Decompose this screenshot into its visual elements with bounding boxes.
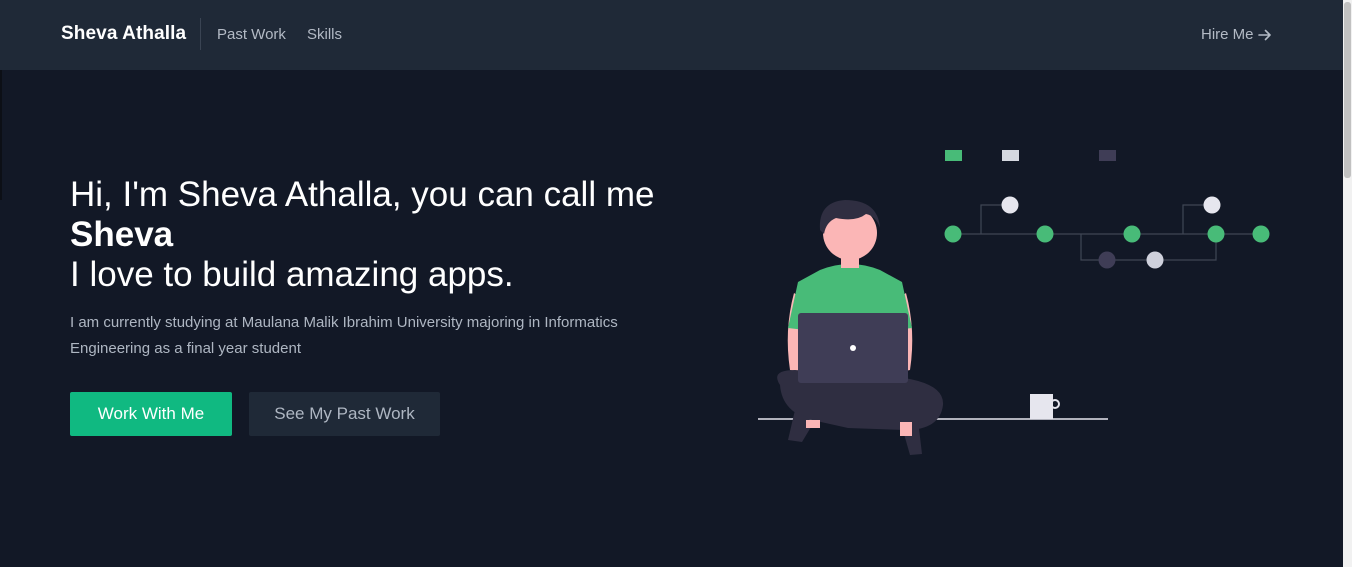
legend-square-light bbox=[1002, 150, 1019, 161]
node-green-5 bbox=[1252, 225, 1270, 243]
node-green-3 bbox=[1123, 225, 1141, 243]
brand-logo[interactable]: Sheva Athalla bbox=[61, 23, 186, 45]
legend-square-dark bbox=[1099, 150, 1116, 161]
node-light-2 bbox=[1146, 251, 1164, 269]
laptop-logo bbox=[850, 345, 856, 351]
node-light-3 bbox=[1203, 196, 1221, 214]
hero-title: Hi, I'm Sheva Athalla, you can call me S… bbox=[70, 175, 670, 295]
see-past-work-button[interactable]: See My Past Work bbox=[249, 392, 440, 436]
hire-me-link[interactable]: Hire Me bbox=[1201, 26, 1272, 43]
node-green-2 bbox=[1036, 225, 1054, 243]
hero-illustration bbox=[758, 150, 1270, 455]
hero-title-intro: Hi, I'm Sheva Athalla, you can call me bbox=[70, 175, 655, 214]
left-edge-shadow bbox=[0, 70, 2, 200]
scrollbar[interactable] bbox=[1343, 0, 1352, 567]
arrow-right-icon bbox=[1257, 29, 1271, 40]
nav-link-skills[interactable]: Skills bbox=[307, 26, 342, 43]
node-green-4 bbox=[1207, 225, 1225, 243]
page: Sheva Athalla Past Work Skills Hire Me H… bbox=[0, 0, 1352, 567]
node-green-1 bbox=[944, 225, 962, 243]
person-figure bbox=[777, 200, 944, 455]
navbar: Sheva Athalla Past Work Skills Hire Me bbox=[0, 0, 1343, 70]
node-dark-1 bbox=[1098, 251, 1116, 269]
work-with-me-button[interactable]: Work With Me bbox=[70, 392, 232, 436]
scrollbar-thumb[interactable] bbox=[1344, 2, 1351, 178]
hire-me-label: Hire Me bbox=[1201, 26, 1254, 43]
hero-subtitle: I am currently studying at Maulana Malik… bbox=[70, 314, 618, 357]
nav-divider bbox=[200, 18, 201, 50]
coffee-mug bbox=[1030, 394, 1060, 419]
node-light-1 bbox=[1001, 196, 1019, 214]
hero-title-name: Sheva bbox=[70, 215, 174, 254]
legend-square-green bbox=[945, 150, 962, 161]
nav-link-past-work[interactable]: Past Work bbox=[217, 26, 286, 43]
hero-title-tagline: I love to build amazing apps. bbox=[70, 255, 514, 294]
